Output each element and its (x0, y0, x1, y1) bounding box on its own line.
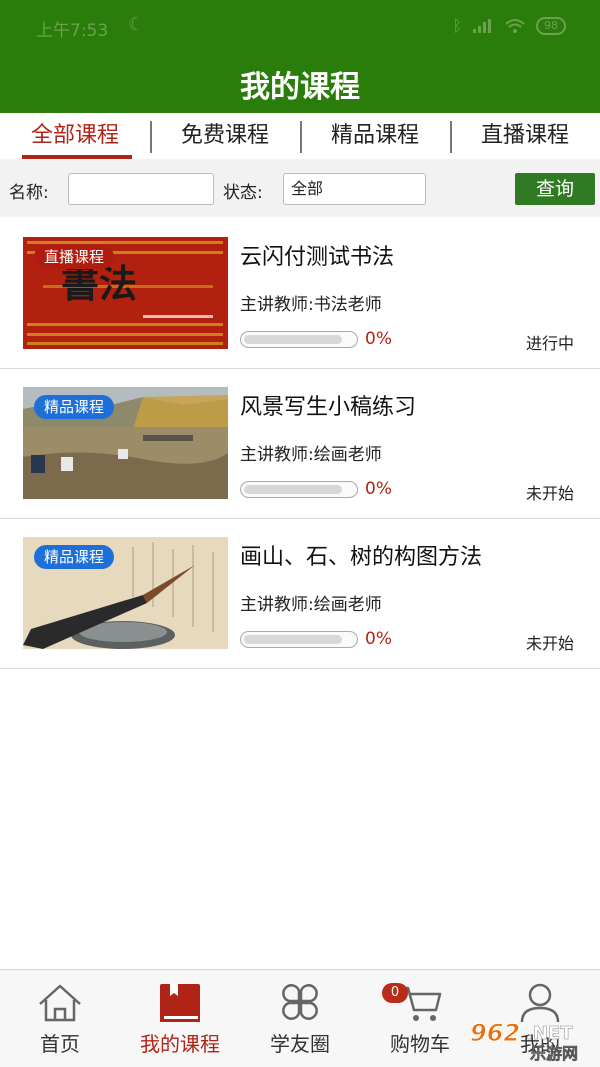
course-teacher: 主讲教师:绘画老师 (240, 595, 382, 615)
home-icon (39, 984, 81, 1022)
course-tabs: 全部课程 免费课程 精品课程 直播课程 (0, 113, 600, 159)
site-watermark: 962 .NET 乐游网 (468, 1017, 594, 1064)
nav-home[interactable]: 首页 (0, 970, 120, 1067)
live-course-badge: 直播课程 (34, 245, 115, 269)
nav-study-circle[interactable]: 学友圈 (240, 970, 360, 1067)
progress-percent: 0% (365, 479, 392, 499)
course-title[interactable]: 云闪付测试书法 (240, 239, 394, 271)
tab-label: 直播课程 (480, 123, 569, 148)
tab-label: 全部课程 (30, 123, 119, 148)
wifi-icon (505, 18, 525, 33)
svg-text:.NET: .NET (526, 1023, 573, 1044)
progress-percent: 0% (365, 629, 392, 649)
course-status: 未开始 (525, 484, 574, 503)
course-thumbnail-brush: 精品课程 (23, 537, 228, 649)
course-title[interactable]: 画山、石、树的构图方法 (240, 539, 482, 571)
bluetooth-icon: ᛒ (452, 16, 462, 35)
tab-free-courses[interactable]: 免费课程 (150, 113, 300, 159)
course-teacher: 主讲教师:书法老师 (240, 295, 382, 315)
name-label: 名称: (9, 183, 49, 203)
course-status: 进行中 (525, 334, 574, 353)
query-button[interactable]: 查询 (515, 173, 595, 205)
course-title[interactable]: 风景写生小稿练习 (240, 389, 416, 421)
course-status: 未开始 (525, 634, 574, 653)
tab-label: 精品课程 (330, 123, 419, 148)
course-item[interactable]: 精品课程 画山、石、树的构图方法 主讲教师:绘画老师 0% 未开始 (0, 519, 600, 669)
nav-my-courses[interactable]: 我的课程 (120, 970, 240, 1067)
course-item[interactable]: 精品课程 风景写生小稿练习 主讲教师:绘画老师 0% 未开始 (0, 369, 600, 519)
book-icon (160, 984, 200, 1022)
status-time: 上午7:53 (36, 21, 109, 41)
page-title: 我的课程 (240, 70, 360, 105)
battery-indicator: 98 (536, 16, 566, 35)
status-bar: 上午7:53 ☾ ᛒ 98 (0, 0, 600, 52)
watermark-logo: 962 .NET 乐游网 (470, 1019, 579, 1064)
clover-icon (282, 984, 318, 1020)
name-input[interactable] (68, 173, 214, 205)
app-header: 上午7:53 ☾ ᛒ 98 我的课程 (0, 0, 600, 113)
tab-all-courses[interactable]: 全部课程 (0, 113, 150, 159)
progress-percent: 0% (365, 329, 392, 349)
cart-count-badge: 0 (382, 983, 408, 1003)
tab-label: 免费课程 (180, 123, 269, 148)
progress-fill (244, 335, 343, 344)
tab-premium-courses[interactable]: 精品课程 (300, 113, 450, 159)
filter-bar: 名称: 状态: 全部 查询 (0, 159, 600, 217)
progress-bar (240, 481, 358, 498)
nav-cart[interactable]: 购物车 (360, 970, 480, 1067)
nav-label: 首页 (40, 1032, 80, 1056)
nav-label: 学友圈 (270, 1032, 330, 1056)
progress-fill (244, 635, 343, 644)
tab-live-courses[interactable]: 直播课程 (450, 113, 600, 159)
status-icons: ᛒ 98 (452, 16, 566, 35)
svg-text:962: 962 (470, 1019, 520, 1047)
status-select[interactable]: 全部 (283, 173, 426, 205)
premium-course-badge: 精品课程 (34, 395, 115, 419)
course-item[interactable]: 書法 直播课程 云闪付测试书法 主讲教师:书法老师 0% 进行中 (0, 219, 600, 369)
course-thumbnail-landscape: 精品课程 (23, 387, 228, 499)
moon-icon: ☾ (128, 14, 145, 35)
signal-icon (473, 18, 491, 33)
progress-fill (244, 485, 343, 494)
course-thumbnail-calligraphy: 書法 直播课程 (23, 237, 228, 349)
nav-label: 我的课程 (140, 1032, 220, 1056)
status-label: 状态: (223, 183, 263, 203)
progress-bar (240, 631, 358, 648)
progress-bar (240, 331, 358, 348)
nav-label: 购物车 (390, 1032, 450, 1056)
premium-course-badge: 精品课程 (34, 545, 115, 569)
svg-text:乐游网: 乐游网 (530, 1044, 578, 1063)
course-teacher: 主讲教师:绘画老师 (240, 445, 382, 465)
